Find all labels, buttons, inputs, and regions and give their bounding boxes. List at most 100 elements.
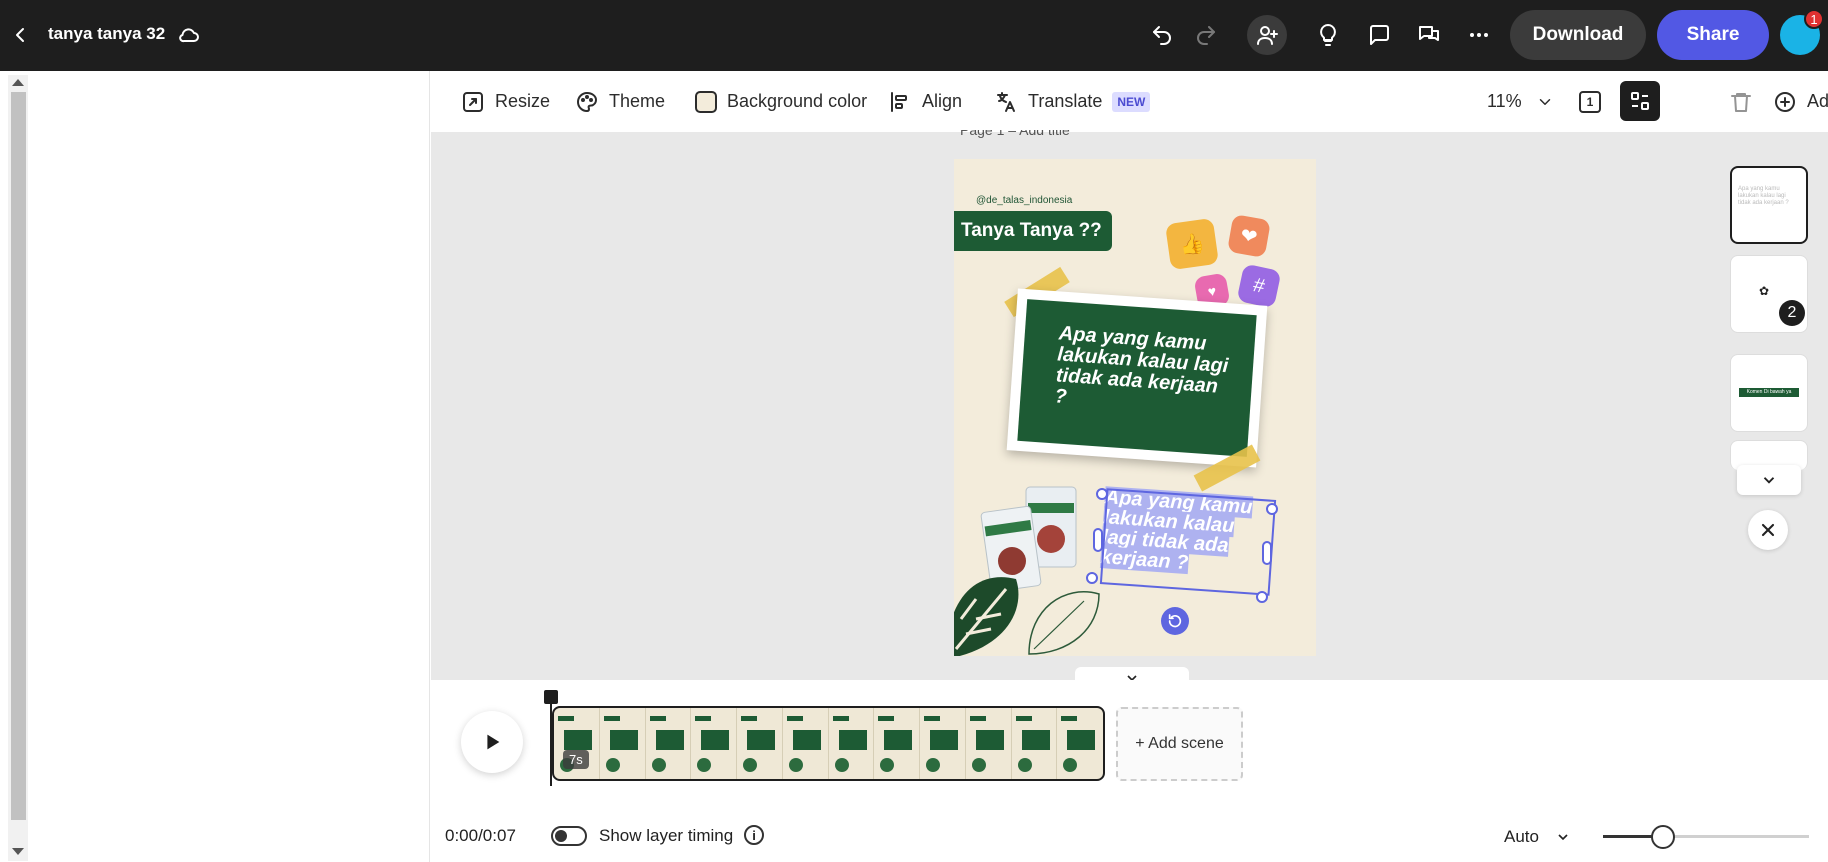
clip-frame <box>783 708 829 779</box>
heart-bubble-icon: ❤ <box>1226 213 1272 259</box>
resize-icon <box>463 91 483 112</box>
show-layer-timing-label: Show layer timing <box>599 826 734 845</box>
document-title[interactable]: tanya tanya 32 <box>48 24 165 44</box>
scroll-down-arrow[interactable] <box>12 848 24 855</box>
play-button[interactable] <box>461 711 523 773</box>
notification-badge: 1 <box>1804 9 1824 29</box>
info-icon[interactable]: i <box>744 825 764 845</box>
present-button[interactable] <box>1409 15 1449 55</box>
top-bar: tanya tanya 32 Download Share 1 <box>0 0 1828 71</box>
instagram-handle: @de_talas_indonesia <box>976 195 1073 206</box>
title-pill[interactable]: Tanya Tanya ?? <box>954 211 1112 251</box>
trash-icon <box>1731 92 1751 112</box>
clip-frame <box>1057 708 1103 779</box>
resize-handle-left[interactable] <box>1093 528 1103 552</box>
scroll-up-arrow[interactable] <box>12 79 24 86</box>
resize-handle-bottom-right[interactable] <box>1256 591 1268 603</box>
align-icon <box>891 91 907 112</box>
timeline-zoom-slider-knob[interactable] <box>1651 825 1675 849</box>
playhead-handle[interactable] <box>544 690 558 704</box>
playhead[interactable] <box>550 690 552 786</box>
resize-handle-top-right[interactable] <box>1266 503 1278 515</box>
share-button[interactable]: Share <box>1657 10 1769 60</box>
zoom-dropdown[interactable]: 11% <box>1487 71 1554 132</box>
avatar[interactable]: 1 <box>1780 9 1824 55</box>
chevron-down-icon <box>1763 477 1775 484</box>
ideas-button[interactable] <box>1308 15 1348 55</box>
selection-box <box>1099 488 1277 596</box>
cloud-icon <box>179 28 199 43</box>
delete-button[interactable] <box>1729 71 1753 132</box>
thumbnail-banner: Komen Di bawah ya <box>1739 388 1799 397</box>
color-swatch-icon <box>695 90 717 113</box>
thumbnail-text: Apa yang kamu lakukan kalau lagi tidak a… <box>1738 186 1789 206</box>
background-color-tool[interactable]: Background color <box>695 71 867 132</box>
resize-handle-bottom-left[interactable] <box>1086 572 1098 584</box>
rotate-icon <box>1168 614 1182 628</box>
layout-icon <box>1631 92 1649 110</box>
scene-count-badge: 2 <box>1779 300 1805 326</box>
lightbulb-icon <box>1320 24 1336 46</box>
theme-label: Theme <box>609 91 666 111</box>
invite-button[interactable] <box>1247 15 1287 55</box>
resize-tool[interactable]: Resize <box>461 71 550 132</box>
back-button[interactable] <box>0 15 40 55</box>
auto-label: Auto <box>1504 827 1539 846</box>
play-icon <box>487 734 500 750</box>
resize-handle-right[interactable] <box>1262 541 1272 565</box>
page-thumbnail-2[interactable]: ✿ 2 <box>1730 255 1808 333</box>
cloud-sync-button[interactable] <box>169 15 209 55</box>
clip-frame <box>737 708 783 779</box>
resize-label: Resize <box>495 91 551 111</box>
present-icon <box>1419 26 1439 41</box>
add-person-icon <box>1257 26 1278 45</box>
rotate-handle[interactable] <box>1161 607 1189 635</box>
page-count-button[interactable]: 1 <box>1579 71 1601 132</box>
download-button[interactable]: Download <box>1510 10 1646 60</box>
pages-icon: 1 <box>1579 90 1601 113</box>
new-badge: NEW <box>1112 91 1151 112</box>
translate-label: Translate <box>1028 91 1103 111</box>
clip-frame <box>829 708 875 779</box>
more-icon <box>1470 33 1488 37</box>
redo-icon <box>1197 26 1215 45</box>
clip-frame <box>646 708 692 779</box>
close-icon <box>1761 523 1775 537</box>
scrollbar-thumb[interactable] <box>11 92 26 820</box>
scroll-pages-down-button[interactable] <box>1737 465 1801 495</box>
close-pages-button[interactable] <box>1748 510 1788 550</box>
comments-button[interactable] <box>1359 15 1399 55</box>
undo-icon <box>1153 26 1171 45</box>
time-display: 0:00/0:07 <box>445 826 516 845</box>
line-leaf-image <box>1028 591 1100 655</box>
page-thumbnail-3[interactable]: Komen Di bawah ya <box>1730 354 1808 432</box>
redo-button[interactable] <box>1186 15 1226 55</box>
chalkboard-card[interactable]: Apa yang kamu lakukan kalau lagi tidak a… <box>1006 288 1268 468</box>
translate-icon <box>997 91 1015 112</box>
zoom-value: 11% <box>1487 91 1522 111</box>
page-thumbnail-1[interactable]: Apa yang kamu lakukan kalau lagi tidak a… <box>1730 166 1808 244</box>
align-label: Align <box>922 91 963 111</box>
resize-handle-top-left[interactable] <box>1096 488 1108 500</box>
clip-frame <box>920 708 966 779</box>
board-text: Apa yang kamu lakukan kalau lagi tidak a… <box>1017 299 1257 457</box>
align-tool[interactable]: Align <box>888 71 962 132</box>
scene-clip[interactable] <box>552 706 1105 781</box>
left-panel <box>0 71 430 862</box>
clip-frame <box>1012 708 1058 779</box>
clip-frame <box>691 708 737 779</box>
layout-toggle-button[interactable] <box>1620 81 1660 121</box>
add-scene-button[interactable]: + Add scene <box>1116 707 1243 781</box>
add-button[interactable]: Add <box>1773 71 1828 132</box>
theme-tool[interactable]: Theme <box>575 71 665 132</box>
undo-button[interactable] <box>1142 15 1182 55</box>
clip-frame <box>874 708 920 779</box>
translate-tool[interactable]: Translate NEW <box>994 71 1151 132</box>
hashtag-bubble-icon: # <box>1236 263 1282 309</box>
like-bubble-icon: 👍 <box>1165 217 1219 271</box>
show-layer-timing-toggle[interactable] <box>551 826 587 846</box>
chevron-down-icon <box>1558 834 1568 841</box>
more-button[interactable] <box>1459 15 1499 55</box>
plus-circle-icon <box>1775 91 1795 112</box>
timeline-zoom-select[interactable]: Auto <box>1504 827 1571 847</box>
